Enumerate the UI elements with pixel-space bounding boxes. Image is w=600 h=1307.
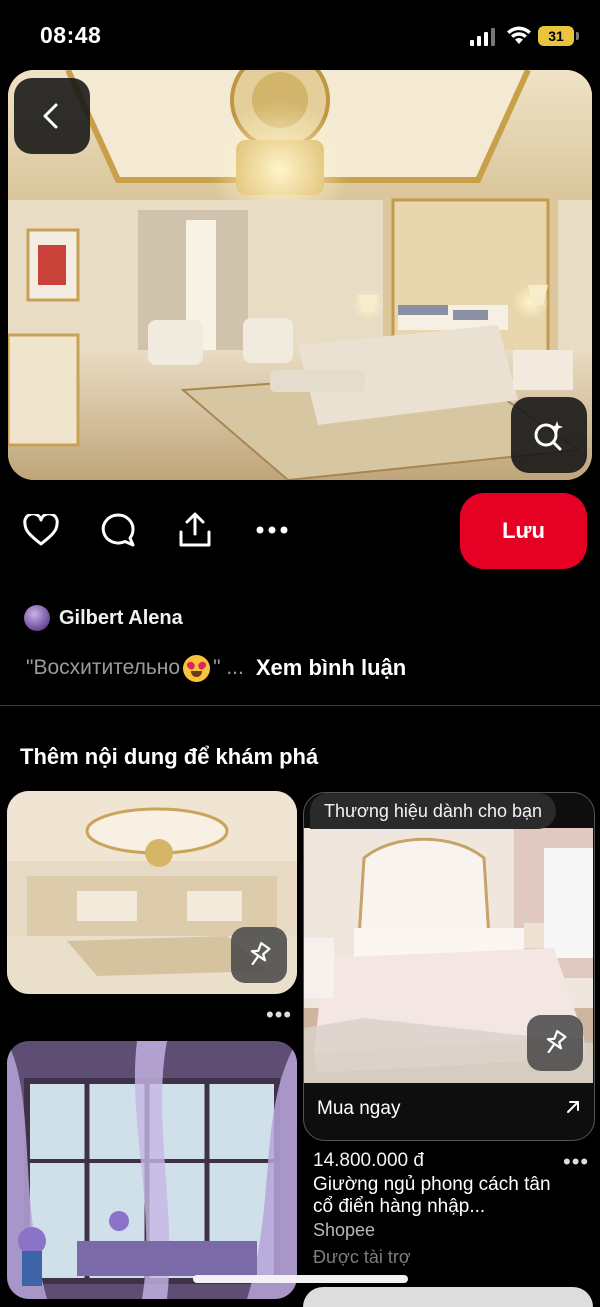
pin-author[interactable]: Gilbert Alena xyxy=(24,603,183,633)
heart-eyes-emoji-icon xyxy=(183,654,211,682)
author-name[interactable]: Gilbert Alena xyxy=(59,607,183,630)
save-button[interactable]: Lưu xyxy=(460,493,587,569)
heart-icon xyxy=(23,514,59,546)
product-title[interactable]: Giường ngủ phong cách tân xyxy=(313,1174,551,1196)
pin-image[interactable] xyxy=(8,70,592,480)
status-time: 08:48 xyxy=(40,22,102,48)
product-price: 14.800.000 đ xyxy=(313,1150,424,1171)
pin-icon xyxy=(250,942,271,966)
like-button[interactable] xyxy=(17,506,65,554)
signal-icon xyxy=(470,28,495,46)
buy-now-link[interactable]: Mua ngay xyxy=(317,1098,400,1120)
explore-section-title: Thêm nội dung để khám phá xyxy=(20,744,319,769)
pin-icon xyxy=(546,1030,567,1054)
battery-icon: 31 xyxy=(538,26,574,46)
more-icon[interactable]: ••• xyxy=(563,1151,589,1173)
pin-thumbnail xyxy=(7,1041,297,1299)
comment-button[interactable] xyxy=(94,506,142,554)
next-pin-card[interactable] xyxy=(303,1287,593,1307)
quick-save-button[interactable] xyxy=(527,1015,583,1071)
product-title-continued[interactable]: cổ điển hàng nhập... xyxy=(313,1196,485,1218)
share-icon xyxy=(179,512,211,547)
comment-preview[interactable]: "Восхитительно " ... Xem bình luận xyxy=(26,650,406,686)
grid-pin-card[interactable] xyxy=(7,1041,297,1299)
avatar[interactable] xyxy=(24,605,50,631)
external-link-icon[interactable] xyxy=(564,1098,582,1116)
comment-icon xyxy=(101,513,135,547)
sponsored-label: Được tài trợ xyxy=(313,1247,411,1267)
more-icon[interactable]: ••• xyxy=(266,1004,292,1026)
section-divider xyxy=(0,705,600,706)
wifi-icon xyxy=(507,26,531,44)
bedroom-photo xyxy=(8,70,592,480)
home-indicator[interactable] xyxy=(193,1275,408,1283)
battery-tip xyxy=(576,32,579,40)
visual-search-button[interactable] xyxy=(511,397,587,473)
comment-text-end: " ... xyxy=(213,656,244,679)
brand-badge: Thương hiệu dành cho bạn xyxy=(310,793,557,829)
visual-search-icon xyxy=(534,421,563,451)
more-options-button[interactable] xyxy=(248,506,296,554)
see-comments-link[interactable]: Xem bình luận xyxy=(256,655,406,681)
quick-save-button[interactable] xyxy=(231,927,287,983)
status-bar: 08:48 31 xyxy=(0,0,600,70)
back-button[interactable] xyxy=(14,78,90,154)
comment-text: "Восхитительно xyxy=(26,656,181,679)
more-icon xyxy=(256,526,288,534)
share-button[interactable] xyxy=(171,506,219,554)
back-arrow-icon xyxy=(43,103,58,129)
shop-name[interactable]: Shopee xyxy=(313,1220,375,1241)
pin-action-bar: Lưu xyxy=(0,490,600,575)
